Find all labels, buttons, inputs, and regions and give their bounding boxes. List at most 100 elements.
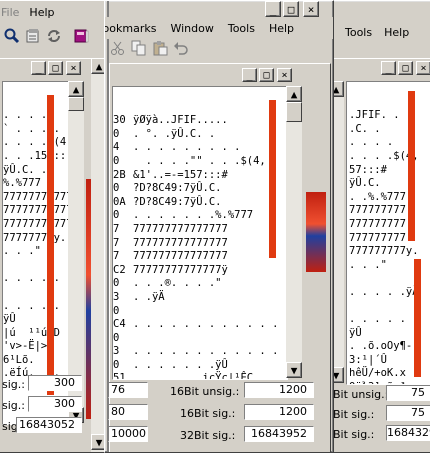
hex-row (3, 259, 69, 273)
minimize-button[interactable]: _ (381, 61, 396, 75)
paste-icon[interactable] (151, 39, 169, 57)
menu-tools[interactable]: Tools (345, 26, 372, 39)
middle-field-value-1[interactable]: 1200 (244, 382, 314, 398)
hex-row: 'v>-Ë|>» (3, 340, 54, 353)
middle-hex-view[interactable]: 30 ÿØÿà..JFIF..... 0 . °. .ÿÛ.C. .4 . . .… (112, 86, 288, 380)
hex-row: . . . . (349, 136, 394, 149)
menu-bookmarks[interactable]: Bookmarks (105, 22, 156, 35)
hex-row: C2 77777777777777ÿ (113, 264, 287, 278)
hex-row: 0 . . . . . . .ÿÛ (113, 359, 287, 373)
scroll-up-button[interactable]: ▲ (68, 81, 84, 97)
hex-row: 0A ?D?8C49:7ÿÛ.C. (113, 196, 287, 210)
maximize-button[interactable]: □ (283, 1, 299, 17)
menu-help[interactable]: Help (269, 22, 294, 35)
hex-row: 777777777 (349, 231, 406, 244)
hex-row: ` . . . . . . (3, 122, 69, 135)
minimize-button[interactable]: _ (242, 68, 257, 82)
minimize-button[interactable]: _ (265, 1, 281, 17)
hex-row: . . ." (3, 245, 41, 258)
scroll-up-button[interactable]: ▲ (286, 86, 302, 102)
copy-icon[interactable] (130, 39, 148, 57)
right-menubar: Tools Help (323, 21, 430, 43)
hex-text: ÿØÿà..JFIF..... (133, 114, 228, 127)
left-hex-view[interactable]: . . . .` . . . . . .. . . .$(4,. . .157:… (2, 81, 70, 425)
left-field-value-1[interactable]: 300 (28, 375, 82, 391)
middle-child-titlebar: _ □ × (110, 64, 330, 84)
maximize-button[interactable]: □ (259, 68, 274, 82)
left-field-value-3[interactable]: 16843052 (16, 417, 82, 433)
middle-offset-1[interactable]: 76 (108, 382, 148, 398)
left-hex-child-window: _ □ × . . . .` . . . . . .. . . .$(4,. .… (0, 58, 93, 452)
middle-offset-2[interactable]: 80 (108, 404, 148, 420)
hex-row: |ú ¹¹ú<D (3, 326, 60, 339)
hex-text: . .ÿÄ (133, 290, 165, 303)
middle-field-value-2[interactable]: 1200 (244, 404, 314, 420)
hex-row: 0 (113, 332, 287, 346)
close-button[interactable]: × (277, 68, 292, 82)
hex-address: 3 (113, 290, 132, 303)
hex-row: 77777777777 (3, 190, 70, 203)
menu-window[interactable]: Window (170, 22, 213, 35)
left-child-titlebar: _ □ × (0, 59, 92, 79)
hex-address: 0 (113, 182, 132, 195)
hex-text: . . .®. . . ." (133, 277, 222, 290)
left-menubar: File Help (0, 1, 109, 23)
scroll-down-button[interactable]: ▼ (286, 362, 302, 378)
book-icon[interactable] (72, 27, 90, 45)
left-red-marker (47, 95, 54, 395)
properties-icon[interactable] (24, 27, 42, 45)
hex-row: 0 . . .®. . . ." (113, 277, 287, 291)
hex-address: 0A (113, 195, 132, 208)
close-button[interactable]: × (66, 61, 81, 75)
menu-tools[interactable]: Tools (228, 22, 255, 35)
hex-address: 0 (113, 358, 132, 371)
hex-text: ?D?8C49:7ÿÛ.C. (133, 182, 222, 195)
magnifier-icon[interactable] (3, 27, 21, 45)
middle-field-value-3[interactable]: 16843952 (244, 426, 314, 442)
hex-row: 4 . . . . . . . . . (113, 141, 287, 155)
hex-row: 777777777 (349, 204, 406, 217)
right-field-value-2[interactable]: 75 (386, 405, 430, 421)
hex-row: . . . . . . . (3, 299, 69, 312)
hex-address: 0 (113, 331, 132, 344)
close-button[interactable]: × (416, 61, 430, 75)
hex-row: ÿÛ.C. . (3, 163, 48, 176)
maximize-button[interactable]: □ (398, 61, 413, 75)
hex-address: 3 (113, 345, 132, 358)
hex-address: 2B (113, 168, 132, 181)
middle-red-marker (269, 100, 276, 258)
maximize-button[interactable]: □ (48, 61, 63, 75)
middle-hex-rows: 30 ÿØÿà..JFIF..... 0 . °. .ÿÛ.C. .4 . . .… (113, 114, 287, 379)
hex-address: 0 (113, 209, 132, 222)
minimize-button[interactable]: _ (31, 61, 46, 75)
hex-text: . . . . . . .%.%777 (133, 209, 254, 222)
hex-address: 30 (113, 114, 132, 127)
hex-row: 7 777777777777777 (113, 223, 287, 237)
menu-file[interactable]: File (1, 6, 19, 19)
hex-address: 7 (113, 222, 132, 235)
scroll-thumb[interactable] (286, 102, 302, 122)
hex-row: 77777777y. (3, 231, 67, 244)
left-vertical-scrollbar[interactable]: ▲ ▼ (68, 81, 84, 423)
hex-row: 77777777777 (3, 217, 70, 230)
close-button[interactable]: × (303, 1, 319, 17)
right-field-value-1[interactable]: 75 (386, 385, 430, 401)
menu-help[interactable]: Help (29, 6, 54, 19)
hex-row: ÿÛ.C. (349, 177, 381, 190)
middle-vertical-scrollbar[interactable]: ▲ ▼ (286, 86, 302, 378)
hex-row: . . .157:::# (3, 149, 69, 162)
menu-help[interactable]: Help (384, 26, 409, 39)
hex-row: %.%777 (3, 177, 41, 190)
right-field-label-1: 6Bit unsig.: (326, 388, 389, 401)
middle-offset-3[interactable]: 10000 (108, 426, 148, 442)
refresh-icon[interactable] (45, 27, 63, 45)
left-field-value-2[interactable]: 300 (28, 396, 82, 412)
hex-row: 51 . . . . . .icŸç|¹ÊÇ (113, 372, 287, 379)
right-field-value-3[interactable]: 1684329 (386, 425, 430, 441)
undo-icon[interactable] (172, 39, 190, 57)
hex-row (3, 286, 69, 300)
hex-row: 3 . .ÿÄ (113, 291, 287, 305)
scroll-thumb[interactable] (68, 97, 84, 111)
scissors-icon[interactable] (109, 39, 127, 57)
hex-address: 0 (113, 277, 132, 290)
